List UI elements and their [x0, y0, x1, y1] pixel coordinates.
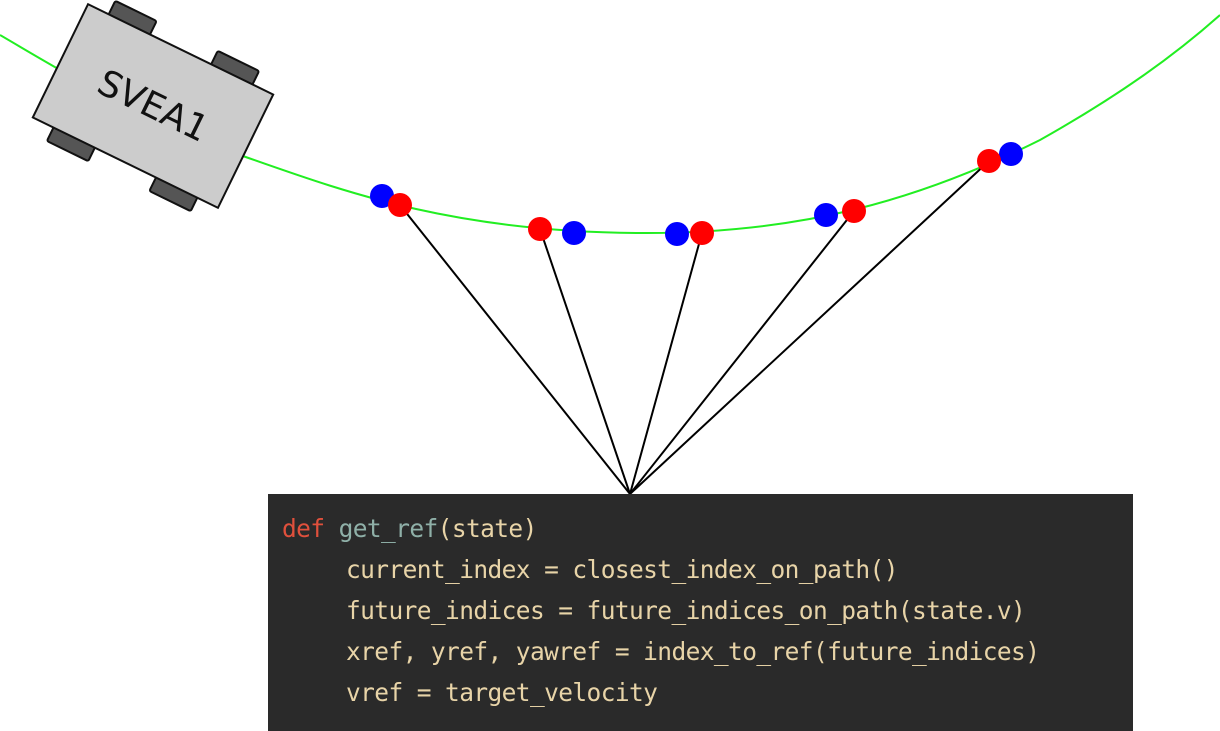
- code-line-4: vref = target_velocity: [346, 678, 658, 707]
- point-pair-5: [977, 142, 1023, 173]
- connector-line-3: [629, 232, 703, 495]
- connector-line-4: [629, 210, 855, 495]
- path-point-blue: [999, 142, 1023, 166]
- code-block: def get_ref(state) current_index = close…: [268, 494, 1133, 731]
- code-line-2: future_indices = future_indices_on_path(…: [346, 596, 1026, 625]
- reference-point-red: [388, 193, 412, 217]
- reference-point-red: [977, 149, 1001, 173]
- code-line-signature: def get_ref(state): [282, 508, 1133, 549]
- function-name: get_ref: [338, 514, 439, 543]
- path-point-blue: [562, 221, 586, 245]
- reference-point-red: [690, 221, 714, 245]
- connector-line-2: [539, 228, 631, 495]
- function-signature: (state): [437, 514, 538, 543]
- path-point-blue: [665, 222, 689, 246]
- reference-point-red: [842, 199, 866, 223]
- connector-lines: [399, 160, 990, 495]
- code-line-1: current_index = closest_index_on_path(): [346, 555, 898, 584]
- point-pair-3: [665, 221, 714, 246]
- point-pair-1: [370, 184, 412, 217]
- point-pair-2: [528, 217, 586, 245]
- path-point-blue: [814, 203, 838, 227]
- connector-line-5: [629, 160, 990, 495]
- vehicle: SVEA1: [31, 0, 275, 212]
- code-line-3: xref, yref, yawref = index_to_ref(future…: [346, 637, 1040, 666]
- reference-point-red: [528, 217, 552, 241]
- def-keyword: def: [282, 514, 325, 543]
- connector-line-1: [399, 204, 631, 495]
